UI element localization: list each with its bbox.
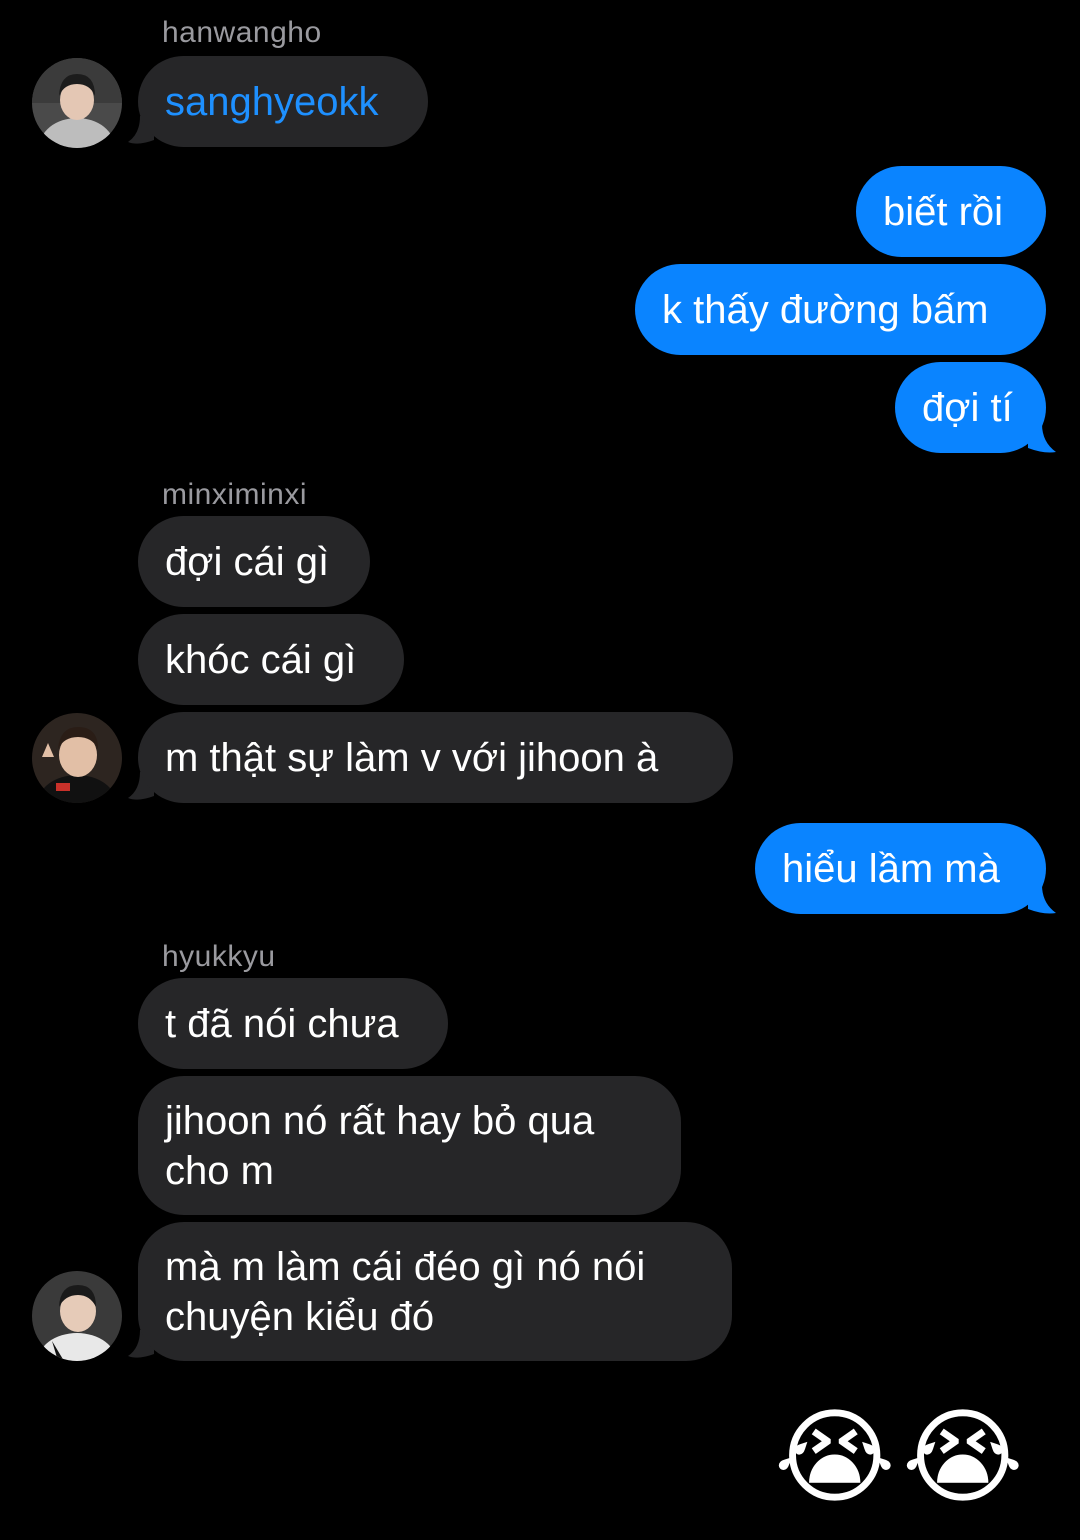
avatar-hanwangho[interactable] bbox=[32, 58, 122, 148]
message-text: đợi tí bbox=[922, 385, 1013, 430]
message-bubble-incoming[interactable]: jihoon nó rất hay bỏ qua cho m bbox=[138, 1076, 681, 1215]
loudly-crying-face-icon: 😭 bbox=[774, 1396, 896, 1518]
avatar-photo bbox=[32, 713, 122, 803]
message-bubble-incoming[interactable]: m thật sự làm v với jihoon à bbox=[138, 712, 733, 803]
sender-name-minximinxi: minximinxi bbox=[162, 478, 308, 511]
avatar-minximinxi[interactable] bbox=[32, 713, 122, 803]
message-bubble-incoming[interactable]: đợi cái gì bbox=[138, 516, 370, 607]
message-text: biết rồi bbox=[883, 189, 1004, 234]
message-bubble-incoming[interactable]: sanghyeokk bbox=[138, 56, 428, 147]
avatar-photo bbox=[32, 1271, 122, 1361]
bubble-tail-outgoing bbox=[1028, 885, 1056, 914]
avatar-photo bbox=[32, 58, 122, 148]
bubble-tail-outgoing bbox=[1028, 424, 1056, 453]
loudly-crying-face-icon: 😭 bbox=[902, 1396, 1024, 1518]
message-bubble-outgoing[interactable]: đợi tí bbox=[895, 362, 1046, 453]
message-text: khóc cái gì bbox=[165, 637, 357, 682]
message-bubble-outgoing[interactable]: hiểu lầm mà bbox=[755, 823, 1046, 914]
message-text: k thấy đường bấm bbox=[662, 287, 989, 332]
message-bubble-incoming[interactable]: khóc cái gì bbox=[138, 614, 404, 705]
message-text: mà m làm cái đéo gì nó nói chuyện kiểu đ… bbox=[165, 1245, 646, 1339]
sender-name-hanwangho: hanwangho bbox=[162, 16, 322, 49]
message-bubble-outgoing[interactable]: k thấy đường bấm bbox=[635, 264, 1046, 355]
avatar-hyukkyu[interactable] bbox=[32, 1271, 122, 1361]
message-text: hiểu lầm mà bbox=[782, 846, 1000, 891]
mention-text[interactable]: sanghyeokk bbox=[165, 77, 378, 127]
message-text: đợi cái gì bbox=[165, 539, 330, 584]
sender-name-hyukkyu: hyukkyu bbox=[162, 940, 276, 973]
message-text: t đã nói chưa bbox=[165, 1001, 399, 1046]
emoji-message[interactable]: 😭 😭 bbox=[774, 1396, 1024, 1518]
message-text: m thật sự làm v với jihoon à bbox=[165, 735, 659, 780]
message-bubble-incoming[interactable]: mà m làm cái đéo gì nó nói chuyện kiểu đ… bbox=[138, 1222, 732, 1361]
message-text: jihoon nó rất hay bỏ qua cho m bbox=[165, 1099, 595, 1193]
message-bubble-outgoing[interactable]: biết rồi bbox=[856, 166, 1046, 257]
message-bubble-incoming[interactable]: t đã nói chưa bbox=[138, 978, 448, 1069]
